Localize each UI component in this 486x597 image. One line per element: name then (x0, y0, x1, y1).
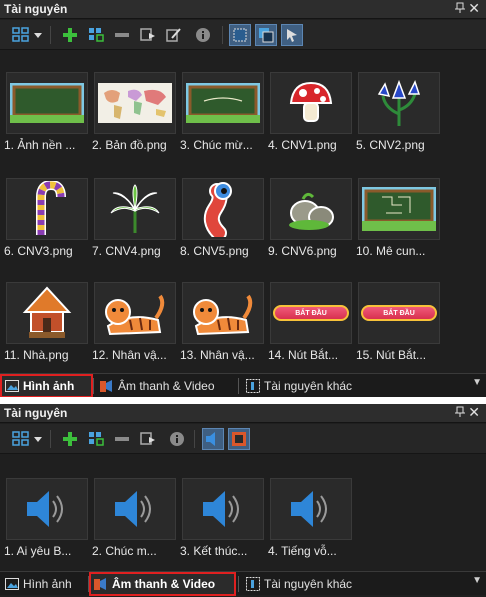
chalkboard-image (6, 72, 88, 134)
item-label: 3. Chúc mừ... (180, 138, 253, 152)
resource-tabs: Hình ảnh Âm thanh & Video Tài nguyên khá… (0, 571, 486, 596)
item-label: 4. CNV1.png (268, 138, 337, 152)
item-label: 6. CNV3.png (4, 244, 73, 258)
item-label: 2. Bản đồ.png (92, 138, 167, 152)
tiger-image (94, 282, 176, 344)
speaker-icon (6, 478, 88, 540)
speaker-icon (182, 478, 264, 540)
start-button-graphic: BẮT ĐẦU (273, 305, 349, 321)
resources-panel-images: Tài nguyên ✕ 1. Ảnh nền ... 2. Bản đồ.pn… (0, 0, 486, 397)
info-icon[interactable] (192, 24, 214, 46)
hut-image (6, 282, 88, 344)
item-label: 11. Nhà.png (4, 348, 69, 362)
item-label: 8. CNV5.png (180, 244, 249, 258)
image-icon (5, 380, 19, 392)
speaker-icon (94, 478, 176, 540)
blue-flowers-image (358, 72, 440, 134)
rocks-image (270, 178, 352, 240)
tab-label: Tài nguyên khác (264, 379, 353, 393)
item-label: 2. Chúc m... (92, 544, 157, 558)
insert-icon[interactable] (137, 428, 159, 450)
toolbar (0, 20, 486, 50)
speaker-icon (270, 478, 352, 540)
view-grid-icon[interactable] (10, 24, 32, 46)
worm-image (182, 178, 264, 240)
item-label: 7. CNV4.png (92, 244, 161, 258)
congratulations-board-image (182, 72, 264, 134)
tab-label: Âm thanh & Video (118, 379, 215, 393)
pin-icon[interactable] (454, 406, 466, 418)
tab-label: Hình ảnh (23, 379, 75, 393)
tab-label: Tài nguyên khác (264, 577, 353, 591)
tab-other-resources[interactable]: Tài nguyên khác (243, 574, 363, 594)
close-icon[interactable]: ✕ (468, 0, 480, 16)
item-label: 9. CNV6.png (268, 244, 337, 258)
start-button-image: BẮT ĐẦU (358, 282, 440, 344)
item-label: 3. Kết thúc... (180, 544, 248, 558)
palm-leaves-image (94, 178, 176, 240)
maze-board-image (358, 178, 440, 240)
resource-tabs: Hình ảnh Âm thanh & Video Tài nguyên khá… (0, 373, 486, 397)
tab-images[interactable]: Hình ảnh (2, 574, 91, 594)
panel-titlebar: Tài nguyên ✕ (0, 404, 486, 423)
other-resources-icon (246, 379, 260, 393)
tab-other-resources[interactable]: Tài nguyên khác (243, 376, 363, 396)
tab-images[interactable]: Hình ảnh (0, 374, 93, 397)
chevron-down-icon[interactable]: ▼ (472, 377, 482, 388)
add-multiple-icon[interactable] (85, 428, 107, 450)
layers-icon[interactable] (255, 24, 277, 46)
item-label: 13. Nhân vậ... (180, 348, 255, 362)
info-icon[interactable] (166, 428, 188, 450)
item-label: 4. Tiếng vỗ... (268, 544, 337, 558)
chevron-down-icon[interactable] (32, 24, 44, 46)
toolbar (0, 424, 486, 454)
other-resources-icon (246, 577, 260, 591)
chevron-down-icon[interactable] (32, 428, 44, 450)
chevron-down-icon[interactable]: ▼ (472, 575, 482, 586)
start-button-image: BẮT ĐẦU (270, 282, 352, 344)
item-label: 10. Mê cun... (356, 244, 426, 258)
item-label: 12. Nhân vậ... (92, 348, 167, 362)
add-multiple-icon[interactable] (85, 24, 107, 46)
tab-audio-video[interactable]: Âm thanh & Video (97, 376, 235, 396)
image-icon (5, 578, 19, 590)
remove-icon[interactable] (111, 24, 133, 46)
audio-filter-icon[interactable] (202, 428, 224, 450)
edit-icon[interactable] (163, 24, 185, 46)
item-label: 1. Ai yêu B... (4, 544, 72, 558)
pointer-icon[interactable] (281, 24, 303, 46)
candy-cane-image (6, 178, 88, 240)
tiger-image (182, 282, 264, 344)
item-label: 14. Nút Bắt... (268, 348, 339, 362)
add-icon[interactable] (59, 428, 81, 450)
audio-video-icon (94, 577, 108, 591)
video-filter-icon[interactable] (228, 428, 250, 450)
view-grid-icon[interactable] (10, 428, 32, 450)
pin-icon[interactable] (454, 2, 466, 14)
select-area-icon[interactable] (229, 24, 251, 46)
start-button-graphic: BẮT ĐẦU (361, 305, 437, 321)
item-label: 1. Ảnh nền ... (4, 138, 76, 152)
insert-icon[interactable] (137, 24, 159, 46)
tab-label: Âm thanh & Video (112, 577, 216, 591)
panel-title: Tài nguyên (4, 2, 68, 16)
tab-label: Hình ảnh (23, 577, 72, 591)
tab-audio-video[interactable]: Âm thanh & Video (89, 572, 236, 596)
mushroom-image (270, 72, 352, 134)
add-icon[interactable] (59, 24, 81, 46)
item-label: 5. CNV2.png (356, 138, 425, 152)
close-icon[interactable]: ✕ (468, 404, 480, 420)
resources-panel-audio: Tài nguyên ✕ 1. Ai yêu B... 2. Chúc m...… (0, 404, 486, 597)
audio-video-icon (100, 379, 114, 393)
item-label: 15. Nút Bắt... (356, 348, 427, 362)
panel-title: Tài nguyên (4, 406, 68, 420)
world-map-image (94, 72, 176, 134)
remove-icon[interactable] (111, 428, 133, 450)
panel-titlebar: Tài nguyên ✕ (0, 0, 486, 19)
